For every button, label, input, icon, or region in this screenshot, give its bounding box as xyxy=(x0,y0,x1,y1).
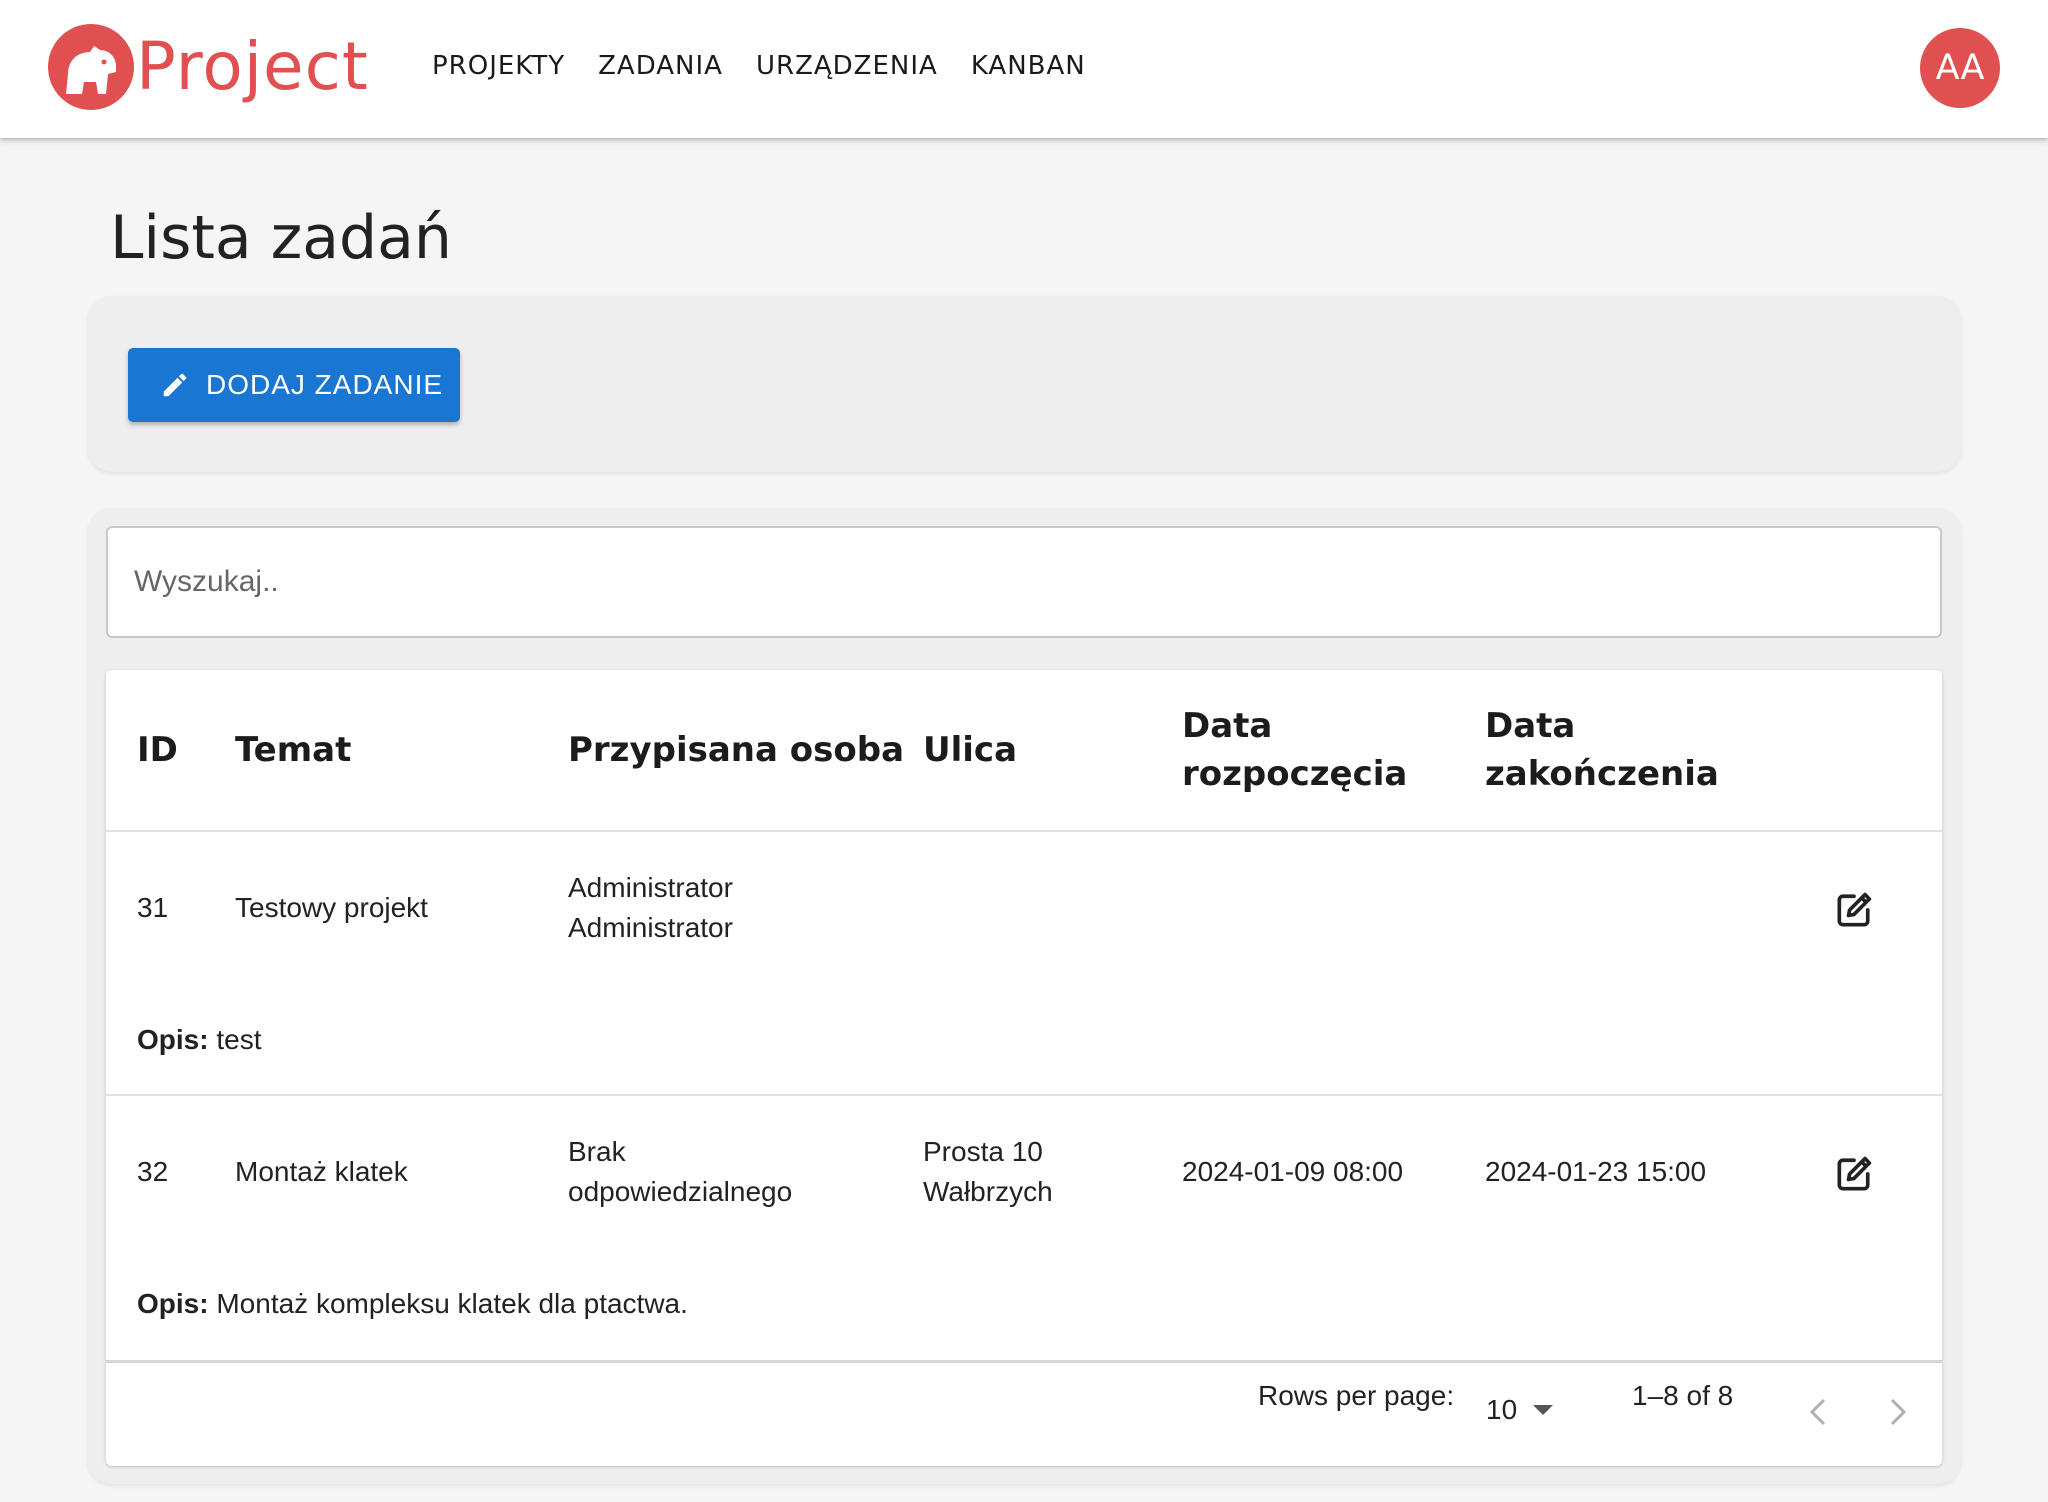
footer-divider xyxy=(106,1360,1942,1363)
row-31-description: Opis: test xyxy=(137,1020,261,1060)
column-header-end-line2[interactable]: zakończenia xyxy=(1485,750,1719,798)
rows-per-page-label: Rows per page: xyxy=(1258,1380,1455,1411)
chevron-right-icon[interactable] xyxy=(1886,1396,1910,1428)
capybara-icon xyxy=(48,24,134,110)
row-divider xyxy=(106,1094,1942,1096)
row-31-description-text: test xyxy=(216,1024,262,1055)
app-bar: Project PROJEKTY ZADANIA URZĄDZENIA KANB… xyxy=(0,0,2048,138)
row-32-street-line2: Wałbrzych xyxy=(923,1176,1053,1207)
header-divider xyxy=(106,830,1942,832)
row-32-street-line1: Prosta 10 xyxy=(923,1136,1043,1167)
user-avatar[interactable]: AA xyxy=(1920,28,2000,108)
row-32-id: 32 xyxy=(137,1156,169,1187)
row-32-description: Opis: Montaż kompleksu klatek dla ptactw… xyxy=(137,1284,688,1324)
row-32-assignee-line1: Brak xyxy=(568,1136,626,1167)
add-task-button[interactable]: DODAJ ZADANIE xyxy=(128,348,460,422)
column-header-street[interactable]: Ulica xyxy=(923,726,1017,774)
page-title: Lista zadań xyxy=(110,203,452,273)
row-32-end: 2024-01-23 15:00 xyxy=(1485,1156,1707,1187)
search-input[interactable] xyxy=(108,528,1940,636)
brand-logo[interactable]: Project xyxy=(48,22,369,112)
search-field[interactable] xyxy=(106,526,1942,638)
nav-item-urzadzenia[interactable]: URZĄDZENIA xyxy=(756,48,938,84)
nav-item-projekty[interactable]: PROJEKTY xyxy=(432,48,565,84)
rows-per-page-select[interactable]: 10 xyxy=(1486,1390,1558,1430)
row-31-assignee-line2: Administrator xyxy=(568,912,733,943)
caret-down-icon xyxy=(1533,1405,1553,1415)
edit-square-icon[interactable] xyxy=(1832,888,1876,932)
row-31-id: 31 xyxy=(137,892,169,923)
row-32-assignee-line2: odpowiedzialnego xyxy=(568,1176,793,1207)
column-header-end-line1[interactable]: Data xyxy=(1485,702,1575,750)
main-nav: PROJEKTY ZADANIA URZĄDZENIA KANBAN xyxy=(432,48,1119,84)
description-label: Opis: xyxy=(137,1024,209,1055)
pagination-range: 1–8 of 8 xyxy=(1632,1380,1734,1411)
brand-name: Project xyxy=(136,28,369,105)
column-header-start-line2[interactable]: rozpoczęcia xyxy=(1182,750,1407,798)
add-task-label: DODAJ ZADANIE xyxy=(206,369,444,400)
description-label: Opis: xyxy=(137,1288,209,1319)
nav-item-kanban[interactable]: KANBAN xyxy=(971,48,1086,84)
chevron-left-icon[interactable] xyxy=(1806,1396,1830,1428)
rows-per-page-value: 10 xyxy=(1486,1394,1518,1425)
row-32-subject: Montaż klatek xyxy=(235,1156,408,1187)
row-31-subject: Testowy projekt xyxy=(235,892,428,923)
column-header-start-line1[interactable]: Data xyxy=(1182,702,1272,750)
column-header-assignee[interactable]: Przypisana osoba xyxy=(568,726,904,774)
row-32-start: 2024-01-09 08:00 xyxy=(1182,1156,1404,1187)
pencil-icon xyxy=(163,373,187,397)
column-header-subject[interactable]: Temat xyxy=(235,726,351,774)
edit-square-icon[interactable] xyxy=(1832,1152,1876,1196)
nav-item-zadania[interactable]: ZADANIA xyxy=(598,48,723,84)
row-32-description-text: Montaż kompleksu klatek dla ptactwa. xyxy=(216,1288,688,1319)
column-header-id[interactable]: ID xyxy=(137,726,178,774)
row-31-assignee-line1: Administrator xyxy=(568,872,733,903)
